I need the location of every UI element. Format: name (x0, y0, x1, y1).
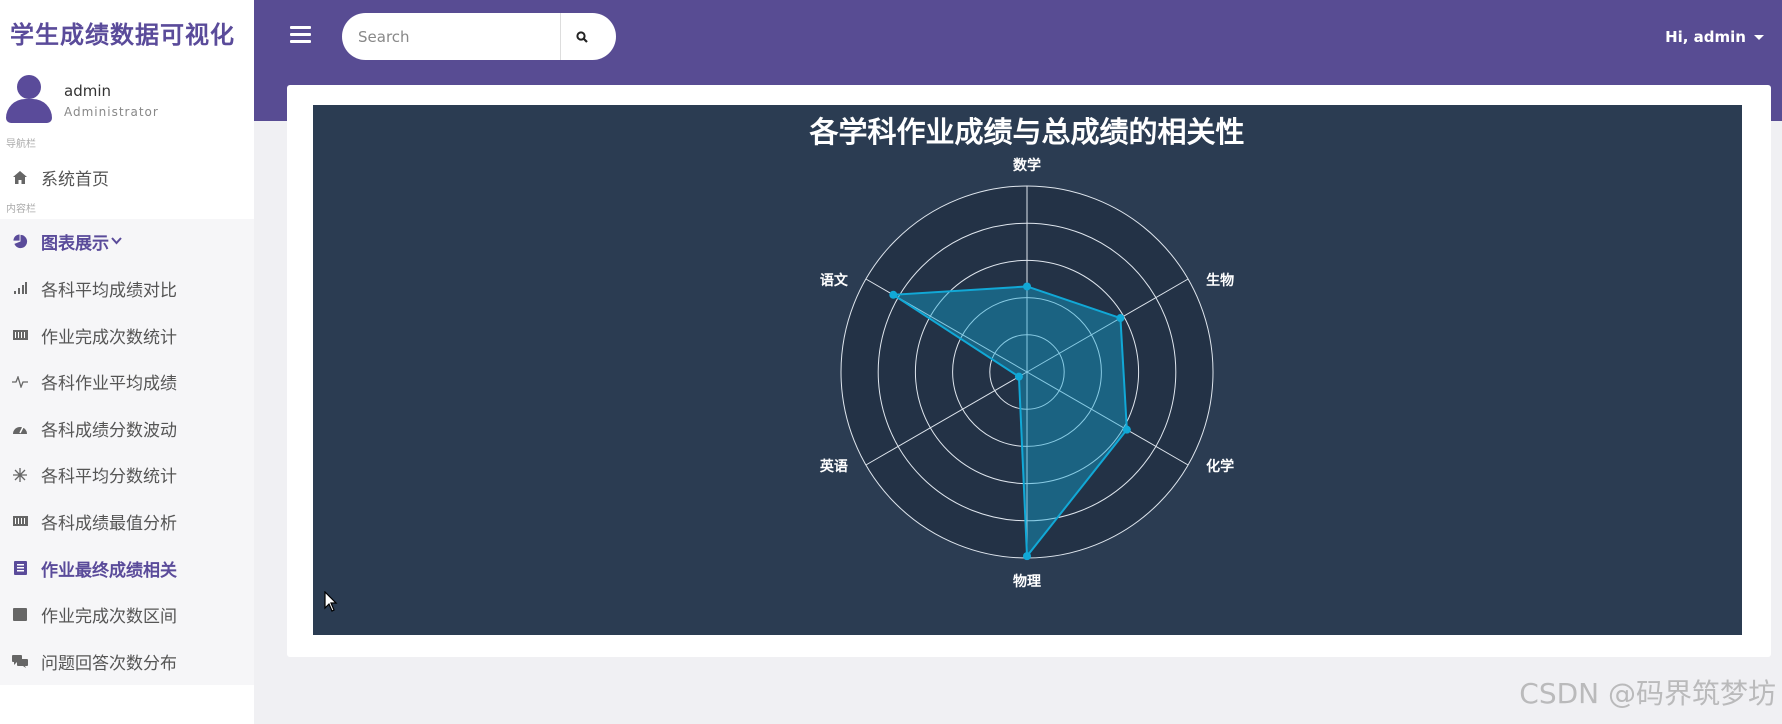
section-label-content: 内容栏 (6, 203, 36, 215)
sidebar-submenu: 图表展示 各科平均成绩对比 作业完成次数统计 各科作业平均成绩 各科成绩分数波动… (0, 218, 254, 685)
radar-indicator-label: 物理 (1013, 573, 1041, 590)
sidebar-item-label: 各科作业平均成绩 (41, 374, 177, 395)
radar-indicator-label: 英语 (819, 458, 848, 475)
radar-indicator-label: 生物 (1206, 272, 1234, 289)
radar-data-point (1023, 282, 1031, 291)
sidebar-item-label: 各科成绩最值分析 (41, 513, 177, 534)
menu-toggle-icon[interactable] (290, 26, 311, 43)
sidebar-item-homework-count[interactable]: 作业完成次数统计 (0, 312, 254, 359)
sidebar: 学生成绩数据可视化 admin Administrator 导航栏 系统首页 内… (0, 0, 254, 724)
sidebar-item-extreme-analysis[interactable]: 各科成绩最值分析 (0, 498, 254, 545)
app-title: 学生成绩数据可视化 (10, 20, 235, 49)
sidebar-item-label: 各科平均分数统计 (41, 467, 177, 488)
mouse-cursor-icon (324, 591, 338, 612)
radar-data-point (889, 290, 898, 299)
user-dropdown[interactable]: Hi, admin (1665, 28, 1764, 46)
radar-data-point (1014, 372, 1023, 381)
bar-chart-icon (12, 280, 28, 296)
barcode-icon (12, 327, 28, 343)
sidebar-item-label: 各科平均成绩对比 (41, 280, 177, 301)
sidebar-item-label: 作业完成次数统计 (41, 327, 177, 348)
chevron-down-icon (111, 235, 122, 248)
home-icon (12, 169, 28, 185)
sidebar-item-label: 作业完成次数区间 (41, 607, 177, 628)
sidebar-item-answer-dist[interactable]: 问题回答次数分布 (0, 638, 254, 685)
radar-indicator-label: 数学 (1013, 157, 1041, 174)
sidebar-item-label: 作业最终成绩相关 (41, 560, 177, 581)
snowflake-icon (12, 467, 28, 483)
radar-data-point (1116, 314, 1125, 323)
search-icon (575, 30, 588, 43)
search-input[interactable] (342, 13, 560, 60)
search-button[interactable] (560, 13, 602, 60)
user-name: admin (64, 81, 111, 100)
sidebar-item-homework-avg[interactable]: 各科作业平均成绩 (0, 358, 254, 405)
sidebar-item-label: 各科成绩分数波动 (41, 420, 177, 441)
sidebar-group-label: 图表展示 (41, 234, 109, 255)
sidebar-item-avg-stats[interactable]: 各科平均分数统计 (0, 452, 254, 499)
caret-down-icon (1754, 34, 1764, 40)
sidebar-item-score-fluctuation[interactable]: 各科成绩分数波动 (0, 405, 254, 452)
radar-data-point (1023, 552, 1031, 561)
radar-data-point (1122, 425, 1131, 434)
radar-indicator-label: 化学 (1206, 458, 1234, 475)
pie-chart-icon (12, 234, 28, 250)
square-icon (12, 607, 28, 623)
sidebar-item-label: 系统首页 (41, 169, 109, 190)
book-icon (12, 560, 28, 576)
watermark-text: CSDN @码界筑梦坊 (1519, 677, 1776, 710)
radar-indicator-label: 语文 (820, 272, 849, 289)
sidebar-item-label: 问题回答次数分布 (41, 653, 177, 674)
search-box (342, 13, 616, 60)
avatar (6, 75, 52, 125)
sidebar-item-avg-compare[interactable]: 各科平均成绩对比 (0, 265, 254, 312)
sidebar-item-homework-range[interactable]: 作业完成次数区间 (0, 591, 254, 638)
barcode-icon (12, 513, 28, 529)
user-role: Administrator (64, 104, 159, 119)
user-greeting: Hi, admin (1665, 28, 1746, 46)
comments-icon (12, 653, 28, 669)
heartbeat-icon (12, 374, 28, 390)
user-panel: admin Administrator (0, 64, 254, 136)
chart-title: 各学科作业成绩与总成绩的相关性 (808, 115, 1244, 149)
gauge-icon (12, 420, 28, 436)
sidebar-item-home[interactable]: 系统首页 (0, 154, 254, 201)
sidebar-group-charts[interactable]: 图表展示 (0, 219, 254, 266)
sidebar-item-final-correlation[interactable]: 作业最终成绩相关 (0, 545, 254, 592)
radar-chart-svg: 数学生物化学物理 英语 语文 各学科作业成绩与总成绩的相关性 (808, 115, 1244, 590)
radar-chart: 数学生物化学物理 英语 语文 各学科作业成绩与总成绩的相关性 (313, 105, 1742, 635)
section-label-nav: 导航栏 (6, 139, 36, 150)
